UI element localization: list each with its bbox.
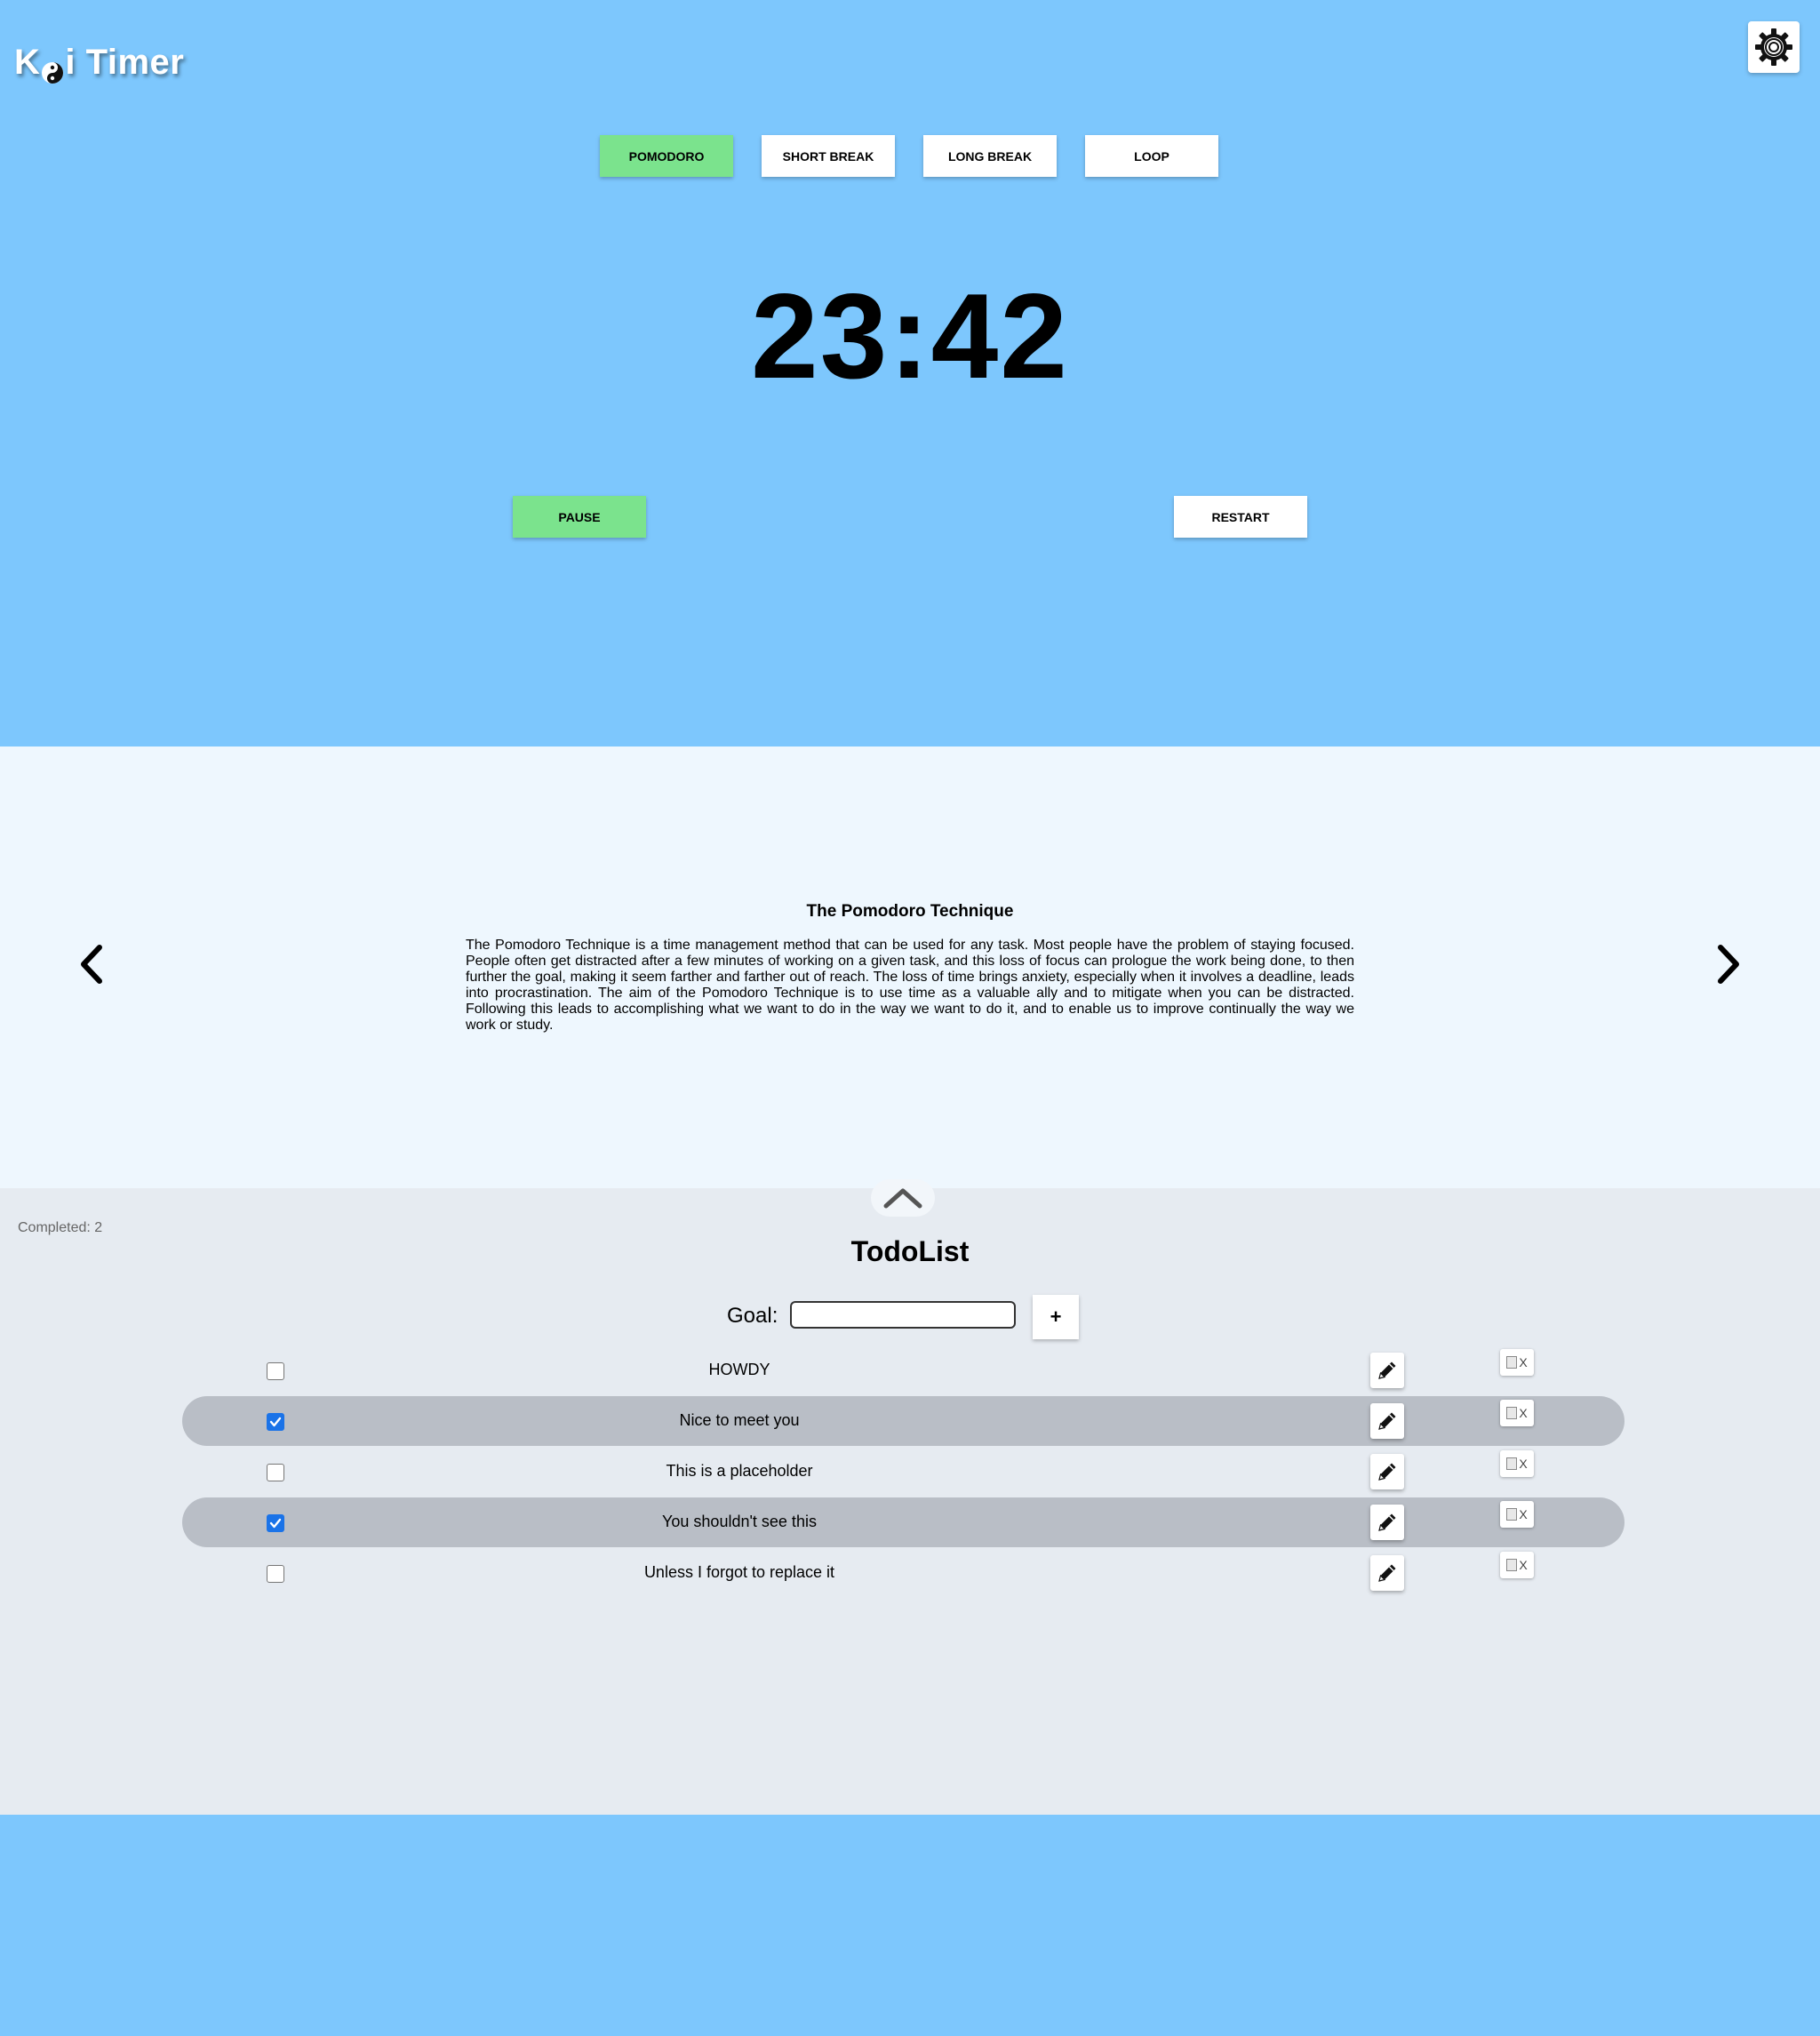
broken-image-icon [1506, 1407, 1518, 1419]
gear-icon [1755, 28, 1792, 66]
edit-button[interactable] [1370, 1505, 1404, 1540]
pencil-icon [1378, 1412, 1396, 1430]
chevron-right-icon [1718, 945, 1739, 984]
todo-title: TodoList [850, 1235, 970, 1267]
edit-button[interactable] [1370, 1353, 1404, 1388]
logo-text-end: i Timer [65, 43, 185, 82]
info-prev-button[interactable] [69, 939, 114, 989]
broken-image-icon [1506, 1559, 1518, 1571]
todo-text: Nice to meet you [679, 1411, 800, 1429]
pause-button[interactable]: PAUSE [513, 496, 646, 538]
settings-button[interactable] [1748, 21, 1800, 73]
todo-text: Unless I forgot to replace it [643, 1563, 835, 1581]
delete-button[interactable]: X [1500, 1450, 1534, 1477]
pencil-icon [1378, 1513, 1396, 1531]
edit-button[interactable] [1370, 1454, 1404, 1489]
info-next-button[interactable] [1706, 939, 1751, 989]
delete-alt-text: X [1519, 1558, 1528, 1572]
delete-button[interactable]: X [1500, 1349, 1534, 1376]
timer-display: 23:42 [751, 268, 1069, 403]
info-title: The Pomodoro Technique [806, 902, 1014, 921]
pencil-icon [1378, 1564, 1396, 1582]
todo-text: You shouldn't see this [662, 1513, 817, 1530]
todo-text: This is a placeholder [666, 1462, 813, 1480]
edit-button[interactable] [1370, 1403, 1404, 1439]
delete-alt-text: X [1519, 1406, 1528, 1420]
todo-row: HOWDY X [182, 1345, 1624, 1395]
mode-pomodoro-button[interactable]: POMODORO [600, 135, 733, 177]
delete-alt-text: X [1519, 1355, 1528, 1369]
delete-button[interactable]: X [1500, 1552, 1534, 1578]
app-logo: K i Timer [14, 43, 185, 84]
delete-button[interactable]: X [1500, 1501, 1534, 1528]
mode-loop-button[interactable]: LOOP [1085, 135, 1218, 177]
todo-row: You shouldn't see this X [182, 1497, 1624, 1547]
mode-short-break-button[interactable]: SHORT BREAK [762, 135, 895, 177]
pencil-icon [1378, 1463, 1396, 1481]
broken-image-icon [1506, 1457, 1518, 1470]
todo-row: Nice to meet you X [182, 1396, 1624, 1446]
goal-input[interactable] [790, 1301, 1016, 1329]
chevron-left-icon [81, 945, 102, 984]
pencil-icon [1378, 1361, 1396, 1379]
restart-button[interactable]: RESTART [1174, 496, 1307, 538]
chevron-up-icon [883, 1188, 922, 1209]
koi-fish-icon [41, 53, 64, 84]
broken-image-icon [1506, 1508, 1518, 1521]
delete-alt-text: X [1519, 1507, 1528, 1521]
logo-text-start: K [14, 43, 41, 82]
collapse-info-button[interactable] [871, 1179, 935, 1217]
goal-label: Goal: [727, 1304, 778, 1328]
todo-row: This is a placeholder X [182, 1447, 1624, 1497]
broken-image-icon [1506, 1356, 1518, 1369]
info-body: The Pomodoro Technique is a time managem… [466, 938, 1354, 1033]
todo-row: Unless I forgot to replace it X [182, 1548, 1624, 1598]
delete-alt-text: X [1519, 1457, 1528, 1471]
edit-button[interactable] [1370, 1555, 1404, 1591]
mode-long-break-button[interactable]: LONG BREAK [923, 135, 1057, 177]
completed-count: Completed: 2 [18, 1220, 103, 1235]
todo-text: HOWDY [708, 1361, 770, 1378]
add-goal-button[interactable]: + [1033, 1295, 1079, 1339]
delete-button[interactable]: X [1500, 1400, 1534, 1426]
